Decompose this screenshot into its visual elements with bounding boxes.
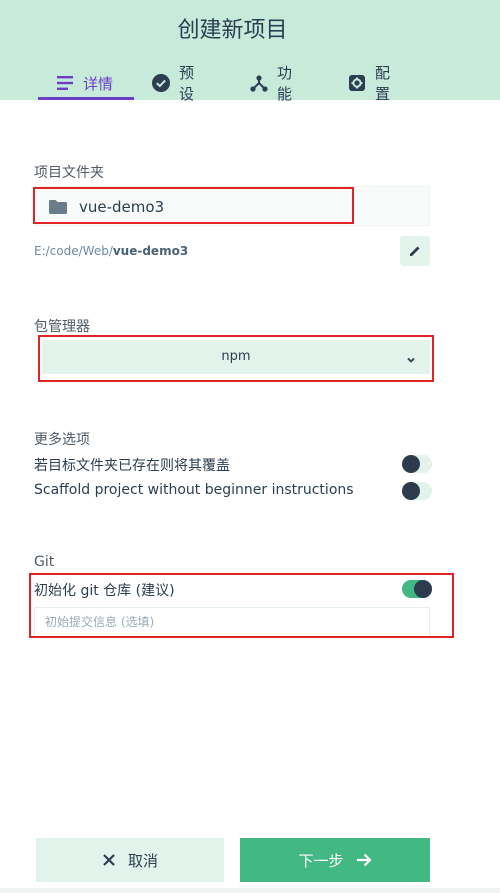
next-label: 下一步 [298,851,344,870]
tab-label: 配置 [375,64,391,103]
tab-details[interactable]: 详情 [38,66,134,100]
toggle-knob [402,455,420,473]
tab-features[interactable]: 功能 [250,64,292,103]
scaffold-toggle[interactable] [402,482,432,500]
close-icon [102,853,116,867]
edit-path-button[interactable] [400,236,430,266]
more-options-label: 更多选项 [34,432,90,448]
package-manager-select[interactable]: npm [42,340,430,374]
tab-label: 功能 [277,64,293,103]
git-label: Git [34,554,55,570]
gear-icon [348,74,366,92]
tab-presets[interactable]: 预设 [152,64,194,103]
page-title: 创建新项目 [177,18,288,43]
cancel-button[interactable]: 取消 [36,838,224,882]
path-prefix: E:/code/Web/ [34,244,113,258]
branch-icon [250,74,268,92]
header: 创建新项目 详情 预设 功能 配置 [0,0,500,103]
path-name: vue-demo3 [112,244,189,258]
project-folder-name: vue-demo3 [79,198,165,216]
toggle-knob [414,580,432,598]
folder-icon [49,199,67,218]
chevron-down-icon [406,350,416,369]
bottom-bar [0,888,500,893]
overwrite-toggle[interactable] [402,455,432,473]
project-path: E:/code/Web/vue-demo3 [34,244,188,258]
git-init-label: 初始化 git 仓库 (建议) [34,583,175,599]
pencil-icon [409,242,421,261]
next-button[interactable]: 下一步 [240,838,430,882]
scaffold-option-label: Scaffold project without beginner instru… [34,482,354,498]
package-manager-label: 包管理器 [34,319,90,335]
tab-label: 详情 [83,74,114,93]
list-icon [56,74,74,92]
check-circle-icon [152,74,170,92]
project-folder-field[interactable]: vue-demo3 [34,186,430,226]
arrow-right-icon [356,853,372,867]
package-manager-value: npm [221,349,251,364]
git-init-toggle[interactable] [402,580,432,598]
toggle-knob [402,482,420,500]
tab-config[interactable]: 配置 [348,64,390,103]
tab-label: 预设 [179,64,195,103]
overwrite-option-label: 若目标文件夹已存在则将其覆盖 [34,458,230,474]
project-folder-label: 项目文件夹 [34,165,104,181]
commit-message-input[interactable] [34,607,430,637]
cancel-label: 取消 [127,851,158,870]
